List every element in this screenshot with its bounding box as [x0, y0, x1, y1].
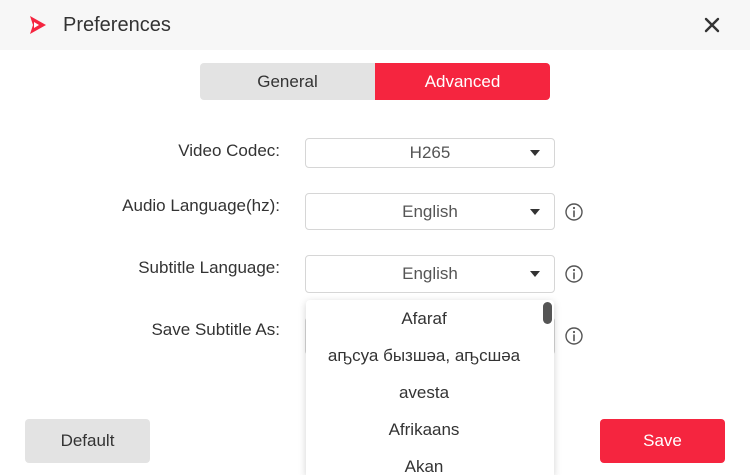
- title-bar: Preferences: [0, 0, 750, 50]
- caret-down-icon: [530, 150, 540, 156]
- play-logo-icon: [30, 16, 46, 34]
- dropdown-option[interactable]: Afaraf: [306, 309, 542, 329]
- info-icon[interactable]: [565, 203, 583, 221]
- audio-language-select[interactable]: English: [305, 193, 555, 230]
- info-icon[interactable]: [565, 327, 583, 345]
- info-icon[interactable]: [565, 265, 583, 283]
- caret-down-icon: [530, 208, 540, 215]
- save-subtitle-as-label: Save Subtitle As:: [151, 320, 280, 339]
- caret-down-icon: [530, 271, 540, 277]
- subtitle-language-dropdown-list: Afaraf аҧсуа бызшәа, аҧсшәа avesta Afrik…: [306, 300, 554, 475]
- dropdown-option[interactable]: Akan: [306, 457, 542, 475]
- audio-language-label: Audio Language(hz):: [122, 196, 280, 215]
- video-codec-label: Video Codec:: [178, 141, 280, 160]
- default-button[interactable]: Default: [25, 419, 150, 463]
- settings-tabs: General Advanced: [200, 63, 550, 100]
- subtitle-language-select[interactable]: English: [305, 255, 555, 293]
- audio-language-value: English: [402, 201, 458, 221]
- dropdown-option[interactable]: аҧсуа бызшәа, аҧсшәа: [306, 346, 542, 366]
- tab-advanced[interactable]: Advanced: [375, 63, 550, 100]
- video-codec-select[interactable]: H265: [305, 138, 555, 168]
- dropdown-option[interactable]: avesta: [306, 383, 542, 403]
- dropdown-option[interactable]: Afrikaans: [306, 420, 542, 440]
- save-button[interactable]: Save: [600, 419, 725, 463]
- window-title: Preferences: [63, 14, 171, 36]
- tab-general[interactable]: General: [200, 63, 375, 100]
- dropdown-scrollbar[interactable]: [543, 302, 552, 324]
- subtitle-language-value: English: [402, 264, 458, 283]
- subtitle-language-label: Subtitle Language:: [138, 258, 280, 277]
- close-icon[interactable]: [700, 13, 724, 37]
- video-codec-value: H265: [409, 143, 451, 162]
